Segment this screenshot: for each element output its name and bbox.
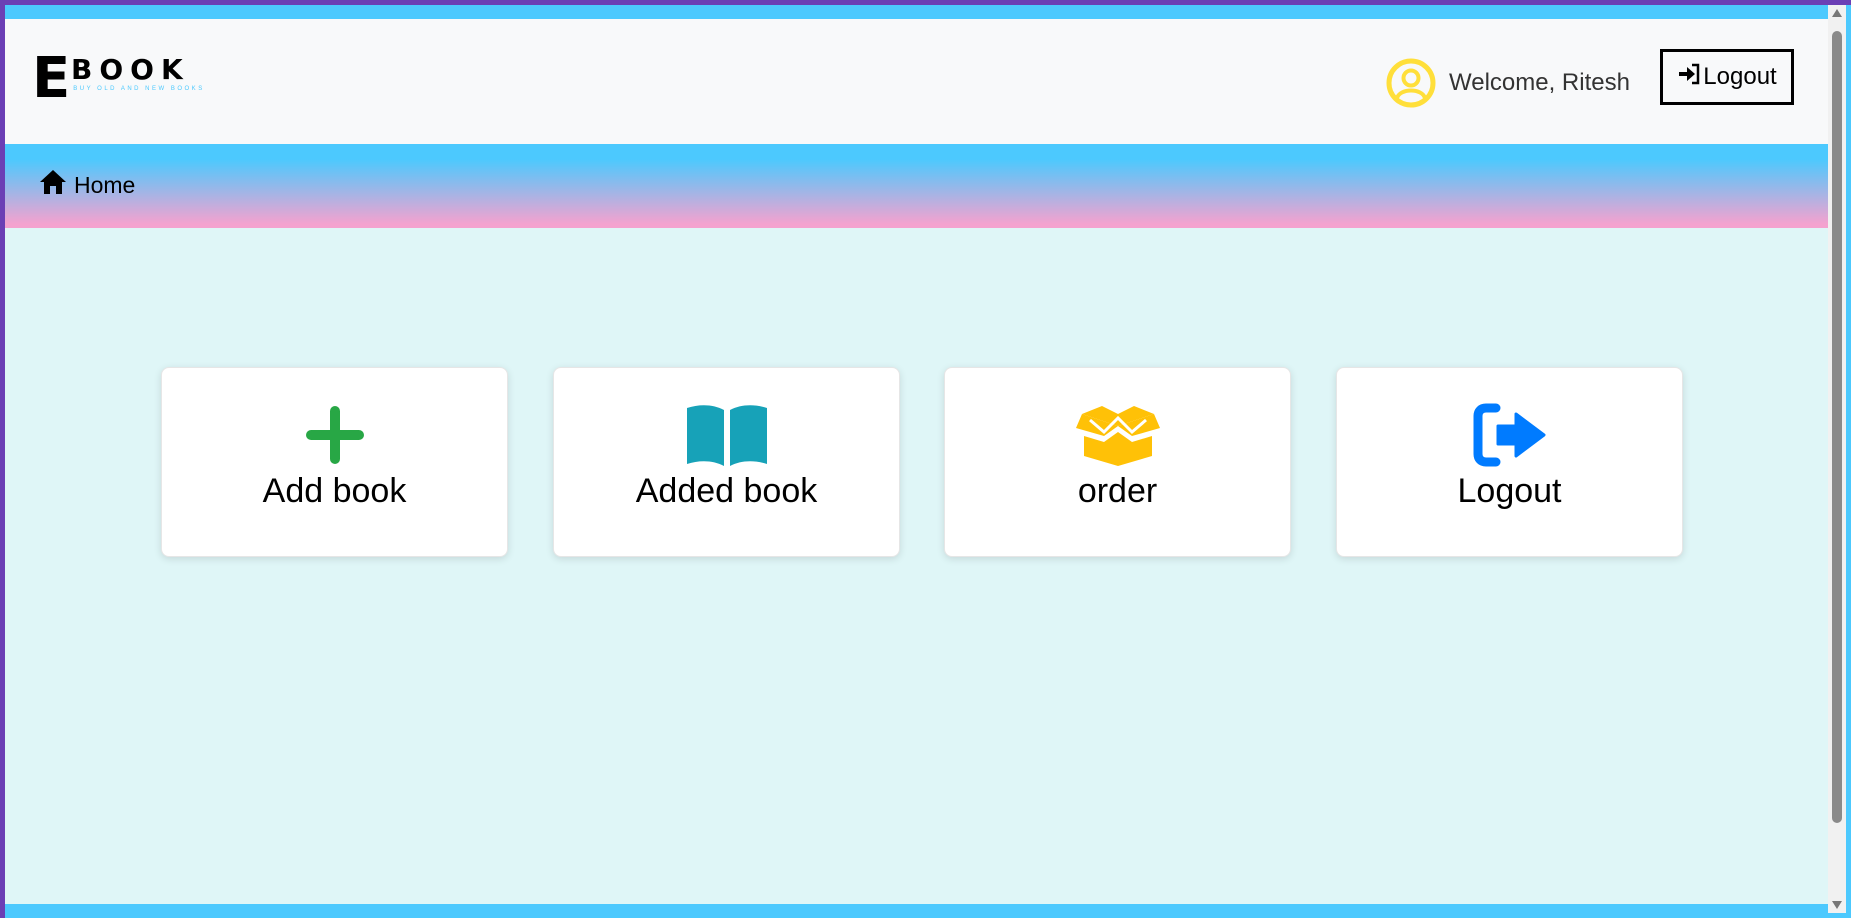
header-logout-button[interactable]: Logout xyxy=(1660,49,1794,105)
card-label: Added book xyxy=(635,472,818,510)
home-icon xyxy=(38,168,74,202)
logo-tagline: BUY OLD AND NEW BOOKS xyxy=(73,86,205,92)
breadcrumb-band: Home xyxy=(5,144,1828,228)
logo-word: BOOK xyxy=(71,53,190,86)
page-viewport: E BOOK BUY OLD AND NEW BOOKS Welcome, Ri… xyxy=(5,19,1828,918)
scroll-thumb[interactable] xyxy=(1832,31,1842,823)
top-navbar: E BOOK BUY OLD AND NEW BOOKS Welcome, Ri… xyxy=(5,19,1828,144)
header-logout-label: Logout xyxy=(1703,63,1777,90)
dashboard-cards: Add book Added book order Logout xyxy=(157,367,1683,557)
scroll-down-arrow-icon[interactable] xyxy=(1832,901,1842,909)
scroll-up-arrow-icon[interactable] xyxy=(1832,9,1842,17)
order-card[interactable]: order xyxy=(944,367,1291,557)
card-label: Add book xyxy=(262,472,407,510)
browser-frame: E BOOK BUY OLD AND NEW BOOKS Welcome, Ri… xyxy=(5,5,1851,918)
vertical-scrollbar[interactable] xyxy=(1828,5,1846,913)
footer-bar xyxy=(5,904,1828,918)
logout-card[interactable]: Logout xyxy=(1336,367,1683,557)
welcome-text: Welcome, Ritesh xyxy=(1449,69,1630,96)
user-circle-icon xyxy=(1385,57,1437,109)
added-book-card[interactable]: Added book xyxy=(553,367,900,557)
plus-icon xyxy=(162,402,507,468)
home-label: Home xyxy=(74,171,136,198)
sign-in-icon xyxy=(1677,62,1703,93)
box-open-icon xyxy=(945,402,1290,468)
logo-letter: E xyxy=(32,46,71,111)
user-greeting: Welcome, Ritesh xyxy=(1385,55,1630,111)
card-label: Logout xyxy=(1457,472,1562,510)
home-link[interactable]: Home xyxy=(38,168,135,202)
ebook-logo[interactable]: E BOOK BUY OLD AND NEW BOOKS xyxy=(32,46,202,111)
add-book-card[interactable]: Add book xyxy=(161,367,508,557)
open-book-icon xyxy=(554,402,899,468)
card-label: order xyxy=(1077,472,1158,510)
sign-out-icon xyxy=(1337,402,1682,468)
